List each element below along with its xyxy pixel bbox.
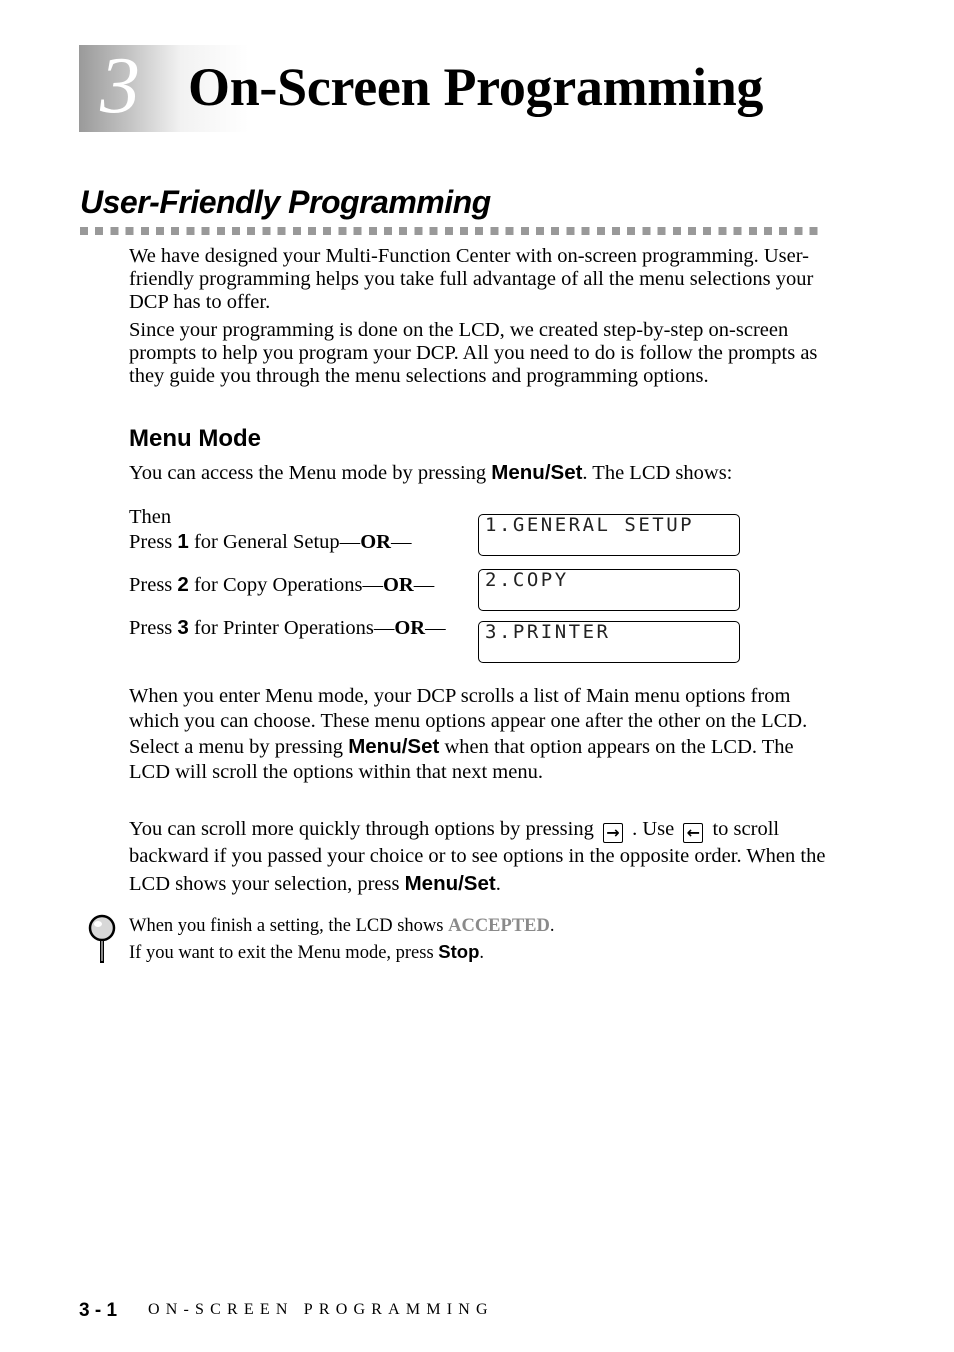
menu-access-post: . The LCD shows: [582,462,733,484]
running-footer-title: ON-SCREEN PROGRAMMING [148,1301,494,1318]
option-or: OR [382,574,414,596]
menu-set-key-label: Menu/Set [404,872,496,895]
accepted-label: ACCEPTED [448,916,550,936]
option-pre: Press [129,574,178,596]
note-line1-pre: When you finish a setting, the LCD shows [129,916,449,936]
note-line1-end: . [549,916,555,936]
intro-paragraph-1: We have designed your Multi-Function Cen… [129,245,814,313]
page-number: 3 - 1 [79,1300,118,1321]
option-general-setup: Press 1 for General Setup—OR— [129,530,411,554]
lcd-display-copy: 2.COPY [478,569,740,611]
quick-mid: . Use [626,818,680,840]
quick-scroll-paragraph: You can scroll more quickly through opti… [129,816,829,898]
lcd-text: 3.PRINTER [485,621,611,643]
quick-pre: You can scroll more quickly through opti… [129,818,599,840]
section-title: User-Friendly Programming [80,184,491,220]
option-text: for Copy Operations— [188,574,383,596]
option-pre: Press [129,617,178,639]
right-arrow-key-icon: → [602,823,623,843]
lcd-display-general-setup: 1.GENERAL SETUP [478,514,740,556]
option-pre: Press [129,531,178,553]
option-end: — [413,574,435,596]
menu-set-key-label: Menu/Set [491,461,583,484]
option-or: OR [360,531,391,553]
stop-key-label: Stop [438,941,480,962]
magnifier-note-icon [88,914,118,966]
menu-scroll-paragraph: When you enter Menu mode, your DCP scrol… [129,684,829,785]
quick-end: . [495,873,501,895]
lcd-text: 2.COPY [485,569,569,591]
left-arrow-key-icon: ← [683,823,704,843]
menu-set-key-label: Menu/Set [348,735,440,758]
intro-paragraph-2: Since your programming is done on the LC… [129,319,818,387]
note-line-2: If you want to exit the Menu mode, press… [129,939,554,966]
option-key: 2 [177,573,189,596]
option-key: 1 [177,530,189,553]
chapter-number: 3 [100,42,140,130]
option-text: for General Setup— [188,531,361,553]
note-line2-pre: If you want to exit the Menu mode, press [129,943,439,963]
menu-access-pre: You can access the Menu mode by pressing [129,462,492,484]
option-end: — [390,531,412,553]
option-key: 3 [177,616,189,639]
option-copy: Press 2 for Copy Operations—OR— [129,573,434,597]
lcd-display-printer: 3.PRINTER [478,621,740,663]
option-text: for Printer Operations— [188,617,395,639]
option-or: OR [394,617,426,639]
note-text: When you finish a setting, the LCD shows… [129,914,554,966]
menu-mode-title: Menu Mode [129,425,261,452]
note-line2-end: . [479,943,485,963]
section-divider [80,227,822,235]
note-line-1: When you finish a setting, the LCD shows… [129,914,554,939]
lcd-text: 1.GENERAL SETUP [485,514,695,536]
option-printer: Press 3 for Printer Operations—OR— [129,616,446,640]
chapter-title: On-Screen Programming [188,57,764,117]
then-label: Then [129,506,172,528]
option-end: — [425,617,446,639]
menu-access-paragraph: You can access the Menu mode by pressing… [129,461,829,485]
